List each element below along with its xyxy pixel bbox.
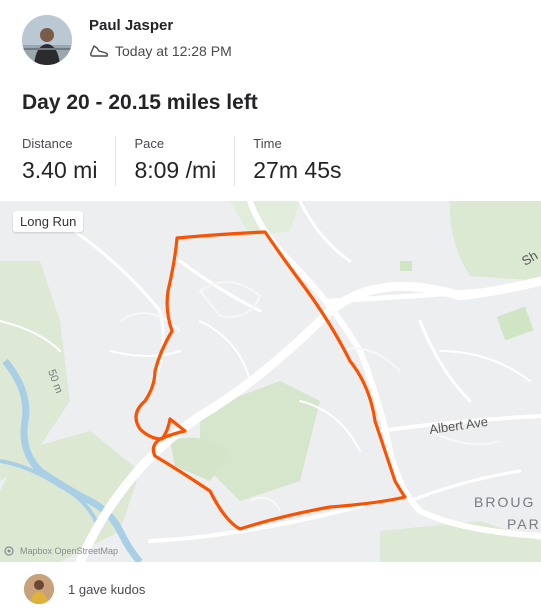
activity-stats: Distance 3.40 mi Pace 8:09 /mi Time 27m …: [22, 136, 377, 186]
stat-label: Time: [253, 136, 282, 151]
workout-type-tag: Long Run: [13, 211, 84, 232]
activity-meta: Today at 12:28 PM: [89, 43, 232, 59]
activity-title[interactable]: Day 20 - 20.15 miles left: [22, 91, 258, 115]
attribution-text: Mapbox OpenStreetMap: [20, 546, 119, 556]
district-label: PAR: [507, 516, 541, 532]
stat-label: Pace: [134, 136, 165, 151]
kudos-row[interactable]: 1 gave kudos: [0, 562, 541, 611]
stat-time: Time 27m 45s: [253, 136, 359, 186]
athlete-name[interactable]: Paul Jasper: [89, 17, 173, 34]
kudos-count[interactable]: 1 gave kudos: [68, 582, 145, 597]
kudo-giver-avatar[interactable]: [24, 574, 54, 604]
map-attribution[interactable]: Mapbox OpenStreetMap: [4, 546, 118, 556]
running-shoe-icon: [89, 45, 109, 57]
stat-value: 27m 45s: [253, 157, 342, 183]
route-map[interactable]: Albert Ave BROUG PAR 50 m Sh Long Run Ma…: [0, 201, 541, 562]
stat-label: Distance: [22, 136, 73, 151]
mapbox-logo-icon: [4, 546, 14, 556]
activity-header: Paul Jasper Today at 12:28 PM: [0, 0, 541, 80]
map-canvas: Albert Ave BROUG PAR 50 m Sh: [0, 201, 541, 562]
athlete-avatar[interactable]: [22, 15, 72, 65]
activity-timestamp: Today at 12:28 PM: [115, 43, 232, 59]
stat-value: 8:09 /mi: [134, 157, 217, 183]
stat-value: 3.40 mi: [22, 157, 98, 183]
stat-pace: Pace 8:09 /mi: [134, 136, 236, 186]
stat-distance: Distance 3.40 mi: [22, 136, 117, 186]
district-label: BROUG: [474, 494, 535, 510]
